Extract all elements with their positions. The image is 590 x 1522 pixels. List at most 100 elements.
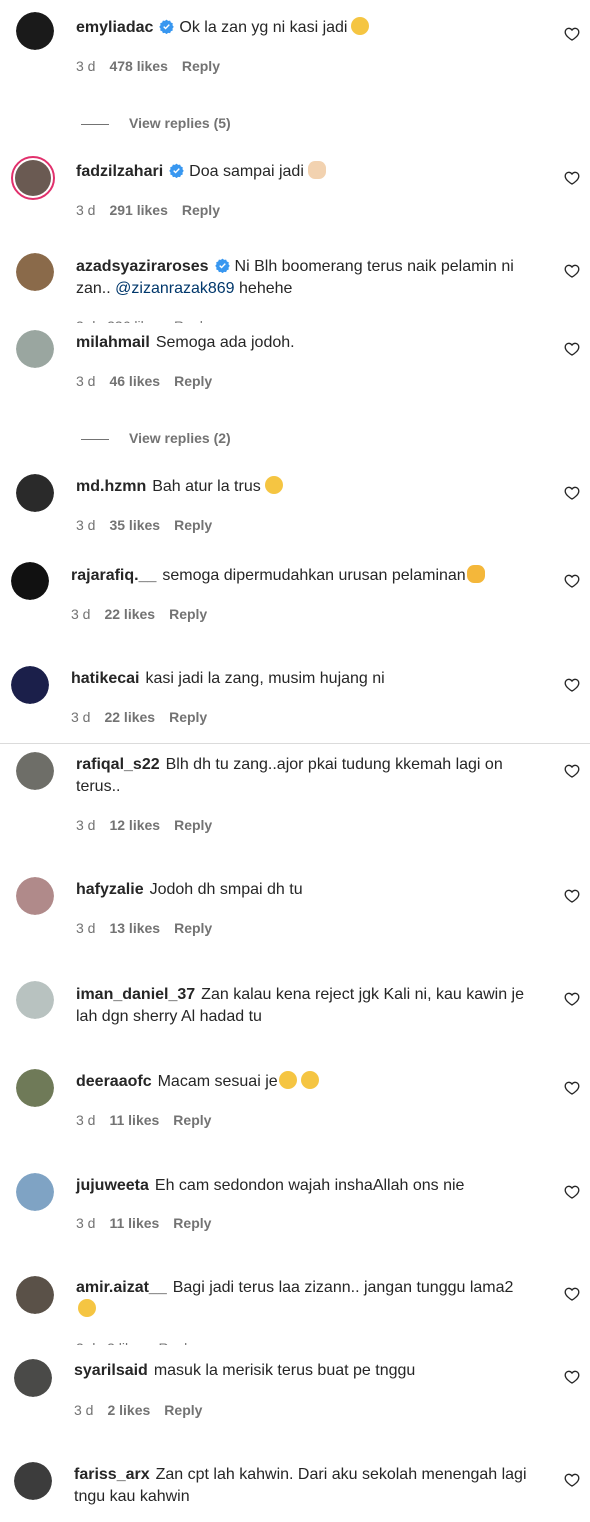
avatar-image bbox=[16, 12, 54, 50]
username[interactable]: emyliadac bbox=[76, 19, 153, 36]
avatar-image bbox=[16, 1276, 54, 1314]
divider-line bbox=[81, 123, 109, 125]
avatar[interactable] bbox=[11, 156, 55, 200]
avatar-image bbox=[16, 1069, 54, 1107]
comment-body: md.hzmn Bah atur la trus bbox=[76, 476, 546, 498]
comment-body: milahmail Semoga ada jodoh. bbox=[76, 332, 546, 354]
likes-count[interactable]: 478 likes bbox=[109, 58, 167, 74]
heart-icon[interactable] bbox=[564, 991, 580, 1007]
likes-count[interactable]: 22 likes bbox=[104, 606, 155, 622]
avatar[interactable] bbox=[11, 666, 49, 704]
likes-count[interactable]: 11 likes bbox=[109, 1215, 159, 1231]
heart-icon[interactable] bbox=[564, 888, 580, 904]
username[interactable]: milahmail bbox=[76, 334, 150, 351]
avatar[interactable] bbox=[16, 330, 54, 368]
username[interactable]: hafyzalie bbox=[76, 881, 144, 898]
avatar[interactable] bbox=[16, 1069, 54, 1107]
view-replies-button[interactable]: View replies (2) bbox=[81, 430, 231, 446]
avatar[interactable] bbox=[16, 981, 54, 1019]
verified-badge-icon bbox=[159, 19, 174, 34]
view-replies-button[interactable]: View replies (5) bbox=[81, 115, 231, 131]
avatar[interactable] bbox=[16, 12, 54, 50]
likes-count[interactable]: 12 likes bbox=[109, 817, 160, 833]
verified-badge-icon bbox=[215, 258, 230, 273]
username[interactable]: fadzilzahari bbox=[76, 163, 163, 180]
comment-text: semoga dipermudahkan urusan pelaminan bbox=[162, 567, 466, 584]
laughing-face-emoji-icon bbox=[264, 476, 283, 494]
username[interactable]: rajarafiq.__ bbox=[71, 567, 156, 584]
heart-icon[interactable] bbox=[564, 677, 580, 693]
avatar[interactable] bbox=[14, 1462, 52, 1500]
avatar[interactable] bbox=[16, 474, 54, 512]
reply-button[interactable]: Reply bbox=[169, 606, 207, 622]
username[interactable]: fariss_arx bbox=[74, 1466, 150, 1483]
likes-count[interactable]: 22 likes bbox=[104, 709, 155, 725]
heart-icon[interactable] bbox=[564, 763, 580, 779]
username[interactable]: deeraaofc bbox=[76, 1073, 152, 1090]
reply-button[interactable]: Reply bbox=[174, 373, 212, 389]
heart-icon[interactable] bbox=[564, 341, 580, 357]
squinting-tongue-face-emoji-icon bbox=[78, 1299, 96, 1317]
reply-button[interactable]: Reply bbox=[169, 709, 207, 725]
reply-button[interactable]: Reply bbox=[182, 202, 220, 218]
heart-icon[interactable] bbox=[564, 1286, 580, 1302]
comment-body: iman_daniel_37 Zan kalau kena reject jgk … bbox=[76, 984, 546, 1028]
avatar[interactable] bbox=[16, 253, 54, 291]
comment-body: rajarafiq.__ semoga dipermudahkan urusan … bbox=[71, 565, 541, 587]
avatar[interactable] bbox=[16, 1276, 54, 1314]
avatar[interactable] bbox=[16, 1173, 54, 1211]
comment-body: hatikecai kasi jadi la zang, musim hujang… bbox=[71, 668, 541, 690]
mention-link[interactable]: @zizanrazak869 bbox=[115, 280, 234, 297]
reply-button[interactable]: Reply bbox=[174, 817, 212, 833]
heart-icon[interactable] bbox=[564, 485, 580, 501]
likes-count[interactable]: 11 likes bbox=[109, 1112, 159, 1128]
likes-count[interactable]: 35 likes bbox=[109, 517, 160, 533]
likes-count[interactable]: 2 likes bbox=[107, 1402, 150, 1418]
heart-icon[interactable] bbox=[564, 26, 580, 42]
username[interactable]: jujuweeta bbox=[76, 1177, 149, 1194]
reply-button[interactable]: Reply bbox=[182, 58, 220, 74]
heart-icon[interactable] bbox=[564, 1184, 580, 1200]
reply-button[interactable]: Reply bbox=[164, 1402, 202, 1418]
smiling-face-emoji-icon bbox=[278, 1071, 297, 1089]
praying-hands-emoji-icon bbox=[307, 161, 326, 179]
heart-icon[interactable] bbox=[564, 170, 580, 186]
comment-meta: 3 d 2 likes Reply bbox=[74, 1402, 216, 1418]
heart-icon[interactable] bbox=[564, 573, 580, 589]
reply-button[interactable]: Reply bbox=[173, 1215, 211, 1231]
username[interactable]: hatikecai bbox=[71, 670, 139, 687]
avatar[interactable] bbox=[16, 877, 54, 915]
avatar-image bbox=[14, 1462, 52, 1500]
reply-button[interactable]: Reply bbox=[174, 920, 212, 936]
username[interactable]: md.hzmn bbox=[76, 478, 146, 495]
avatar-image bbox=[16, 253, 54, 291]
view-replies-label: View replies (2) bbox=[129, 430, 231, 446]
username[interactable]: amir.aizat__ bbox=[76, 1279, 167, 1296]
heart-icon[interactable] bbox=[564, 263, 580, 279]
reply-button[interactable]: Reply bbox=[174, 517, 212, 533]
divider-line bbox=[81, 438, 109, 440]
comment-meta: 3 d 13 likes Reply bbox=[76, 920, 226, 936]
avatar[interactable] bbox=[16, 752, 54, 790]
comment-text: Jodoh dh smpai dh tu bbox=[149, 881, 303, 898]
reply-button[interactable]: Reply bbox=[173, 1112, 211, 1128]
avatar-image bbox=[11, 562, 49, 600]
avatar[interactable] bbox=[14, 1359, 52, 1397]
username[interactable]: iman_daniel_37 bbox=[76, 986, 195, 1003]
comment-body: amir.aizat__ Bagi jadi terus laa zizann..… bbox=[76, 1277, 546, 1321]
comment-text: Semoga ada jodoh. bbox=[155, 334, 295, 351]
avatar[interactable] bbox=[11, 562, 49, 600]
heart-icon[interactable] bbox=[564, 1472, 580, 1488]
avatar-image bbox=[15, 160, 51, 196]
likes-count[interactable]: 291 likes bbox=[109, 202, 167, 218]
comment-time: 3 d bbox=[74, 1402, 94, 1418]
username[interactable]: rafiqal_s22 bbox=[76, 756, 160, 773]
username[interactable]: syarilsaid bbox=[74, 1362, 148, 1379]
comment-time: 3 d bbox=[71, 709, 91, 725]
likes-count[interactable]: 46 likes bbox=[109, 373, 160, 389]
heart-icon[interactable] bbox=[564, 1080, 580, 1096]
comment-body: emyliadac Ok la zan yg ni kasi jadi bbox=[76, 17, 546, 39]
username[interactable]: azadsyaziraroses bbox=[76, 258, 209, 275]
likes-count[interactable]: 13 likes bbox=[109, 920, 160, 936]
heart-icon[interactable] bbox=[564, 1369, 580, 1385]
